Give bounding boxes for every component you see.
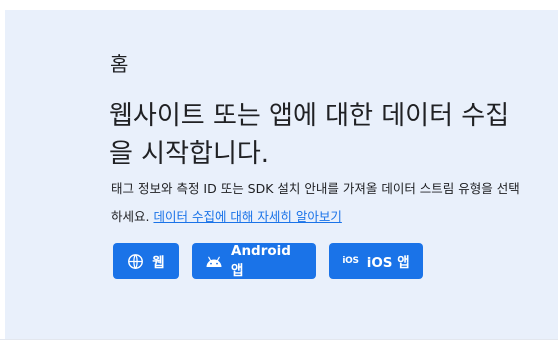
page-title: 홈 — [110, 52, 129, 76]
headline: 웹사이트 또는 앱에 대한 데이터 수집을 시작합니다. — [109, 101, 510, 169]
ios-button-label: iOS 앱 — [366, 255, 410, 271]
learn-more-link[interactable]: 데이터 수집에 대해 자세히 알아보기 — [153, 209, 341, 224]
android-button-label: Android 앱 — [231, 243, 291, 279]
globe-icon — [127, 253, 144, 270]
ios-app-button[interactable]: iOS iOS 앱 — [329, 243, 423, 279]
web-button[interactable]: 웹 — [113, 243, 179, 279]
stream-type-buttons: 웹 Android 앱 iOS iOS 앱 — [113, 243, 423, 279]
web-button-label: 웹 — [152, 255, 165, 271]
android-icon — [205, 254, 223, 268]
divider — [0, 339, 558, 346]
ios-icon: iOS — [342, 256, 359, 266]
android-app-button[interactable]: Android 앱 — [192, 243, 316, 279]
description: 태그 정보와 측정 ID 또는 SDK 설치 안내를 가져올 데이터 스트림 유… — [111, 175, 531, 231]
